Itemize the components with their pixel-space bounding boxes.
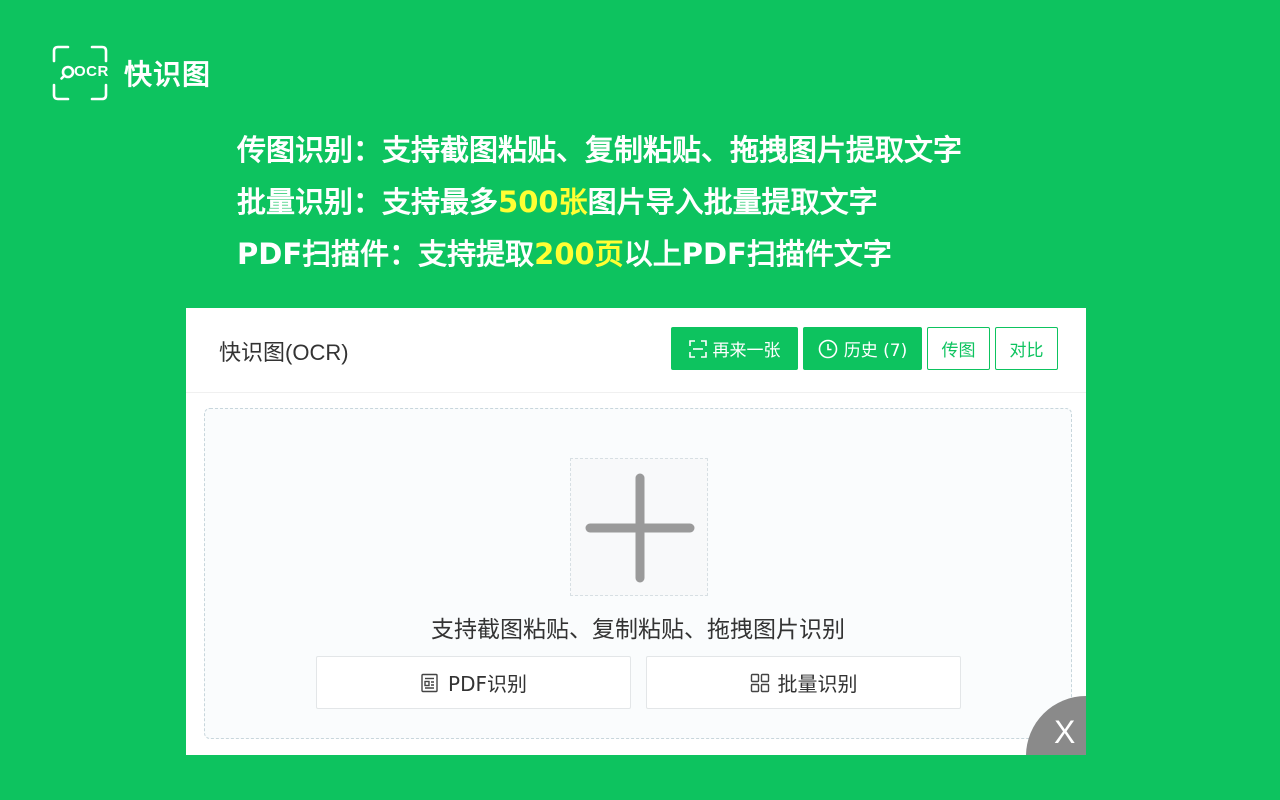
document-icon bbox=[420, 673, 440, 693]
toolbar: 再来一张 历史 (7) 传图 对比 bbox=[671, 327, 1058, 370]
batch-ocr-button[interactable]: 批量识别 bbox=[646, 656, 961, 709]
brand: OCR 快识图 bbox=[52, 45, 211, 101]
scan-icon bbox=[688, 339, 707, 358]
pdf-ocr-button[interactable]: PDF识别 bbox=[316, 656, 631, 709]
card-title: 快识图(OCR) bbox=[219, 340, 349, 365]
brand-name: 快识图 bbox=[124, 58, 212, 91]
pdf-limit-highlight: 200页 bbox=[534, 237, 624, 271]
feature-line-upload: 传图识别：支持截图粘贴、复制粘贴、拖拽图片提取文字 bbox=[237, 133, 963, 167]
history-button[interactable]: 历史 (7) bbox=[803, 327, 922, 370]
compare-button[interactable]: 对比 bbox=[995, 327, 1058, 370]
upload-button[interactable]: 传图 bbox=[927, 327, 990, 370]
ocr-card: 快识图(OCR) 再来一张 历史 (7) 传图 对比 支持截图粘贴、复制粘贴、拖… bbox=[186, 308, 1086, 755]
add-image-button[interactable] bbox=[570, 458, 708, 596]
feature-line-pdf: PDF扫描件：支持提取200页以上PDF扫描件文字 bbox=[237, 237, 892, 271]
ocr-logo-icon: OCR bbox=[52, 45, 108, 101]
feature-list: 传图识别：支持截图粘贴、复制粘贴、拖拽图片提取文字 批量识别：支持最多500张图… bbox=[237, 124, 962, 280]
drop-hint: 支持截图粘贴、复制粘贴、拖拽图片识别 bbox=[431, 617, 845, 643]
grid-icon bbox=[750, 673, 770, 693]
card-header: 快识图(OCR) 再来一张 历史 (7) 传图 对比 bbox=[186, 308, 1086, 393]
drop-zone[interactable]: 支持截图粘贴、复制粘贴、拖拽图片识别 PDF识别 批量识别 bbox=[204, 408, 1072, 739]
feature-line-batch: 批量识别：支持最多500张图片导入批量提取文字 bbox=[237, 185, 878, 219]
again-button[interactable]: 再来一张 bbox=[671, 327, 798, 370]
batch-limit-highlight: 500张 bbox=[498, 185, 588, 219]
clock-icon bbox=[818, 339, 838, 359]
plus-icon bbox=[585, 473, 695, 583]
close-label: X bbox=[1054, 714, 1076, 750]
logo-text: OCR bbox=[74, 63, 109, 80]
